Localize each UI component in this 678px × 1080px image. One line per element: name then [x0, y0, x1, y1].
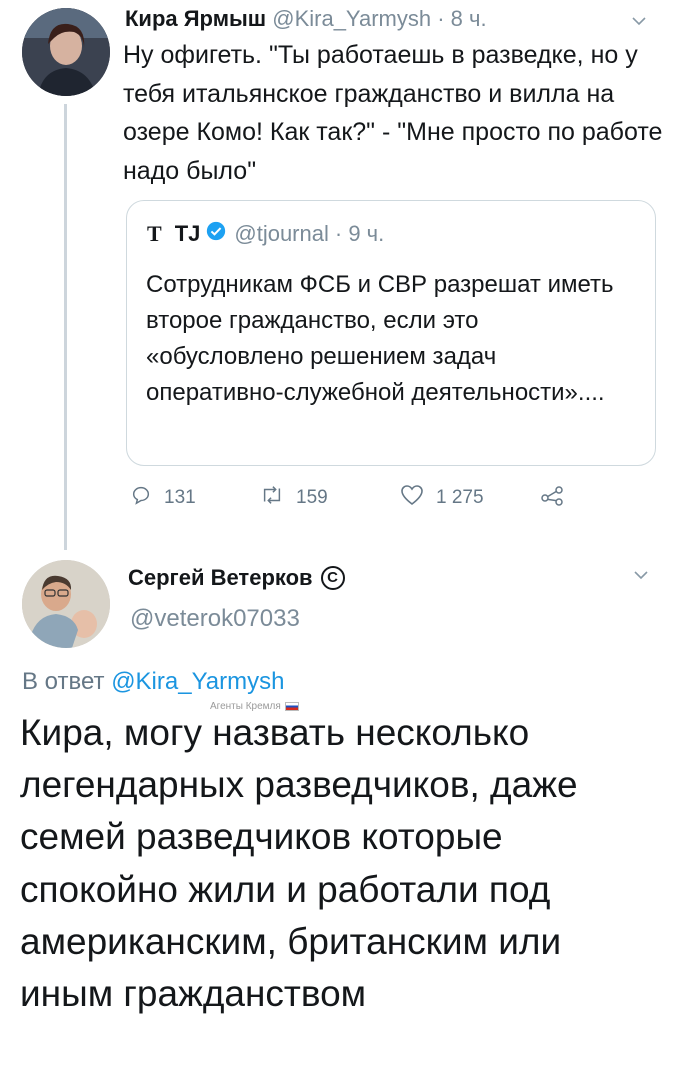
avatar-kira-yarmysh[interactable] [22, 8, 110, 96]
reply-icon [130, 484, 164, 512]
reply-handle-link[interactable]: @Kira_Yarmysh [111, 668, 284, 695]
tweet1-author-handle[interactable]: @Kira_Yarmysh [272, 6, 431, 31]
retweet-icon [260, 484, 296, 512]
quoted-author-handle: @tjournal [234, 221, 329, 246]
tweet2-text: Кира, могу назвать несколько легендарных… [20, 712, 578, 1015]
verified-badge-icon [206, 221, 234, 247]
reply-count: 131 [164, 487, 196, 508]
thread-line [64, 104, 67, 550]
quoted-tweet-header: T TJ @tjournal · 9 ч. [147, 221, 384, 247]
reply-prefix: В ответ [22, 668, 105, 695]
tweet2-chevron-down-icon[interactable] [634, 568, 648, 582]
heart-icon [400, 484, 436, 512]
quoted-tweet-card[interactable]: T TJ @tjournal · 9 ч. Сотрудникам ФСБ и … [126, 200, 656, 466]
quoted-tweet-text: Сотрудникам ФСБ и СВР разрешат иметь вто… [146, 271, 614, 406]
tweet1-header: Кира Ярмыш @Kira_Yarmysh · 8 ч. [125, 6, 487, 32]
reply-context: В ответ @Kira_Yarmysh [22, 668, 284, 696]
retweet-count: 159 [296, 487, 328, 508]
tweet2-author-handle[interactable]: @veterok07033 [130, 605, 300, 633]
reply-button[interactable]: 131 [130, 484, 196, 512]
tj-logo-icon: T [147, 221, 162, 246]
copyright-mark-icon: C [320, 566, 345, 590]
avatar-sergey-veterkov[interactable] [22, 560, 110, 648]
quoted-author-name: TJ [174, 221, 201, 246]
share-icon [540, 484, 576, 512]
retweet-button[interactable]: 159 [260, 484, 328, 512]
tweet1-text: Ну офигеть. "Ты работаешь в разведке, но… [123, 41, 663, 185]
tweet2-author-name-row[interactable]: Сергей Ветерков C [128, 565, 345, 591]
share-button[interactable] [540, 484, 576, 512]
tweet1-author-name[interactable]: Кира Ярмыш [125, 6, 266, 31]
tweet1-time[interactable]: · 8 ч. [437, 6, 486, 31]
like-button[interactable]: 1 275 [400, 484, 484, 512]
tweet2-author-name[interactable]: Сергей Ветерков [128, 565, 313, 591]
tweet1-chevron-down-icon[interactable] [632, 14, 646, 28]
like-count: 1 275 [436, 487, 484, 508]
quoted-time: · 9 ч. [334, 221, 385, 246]
